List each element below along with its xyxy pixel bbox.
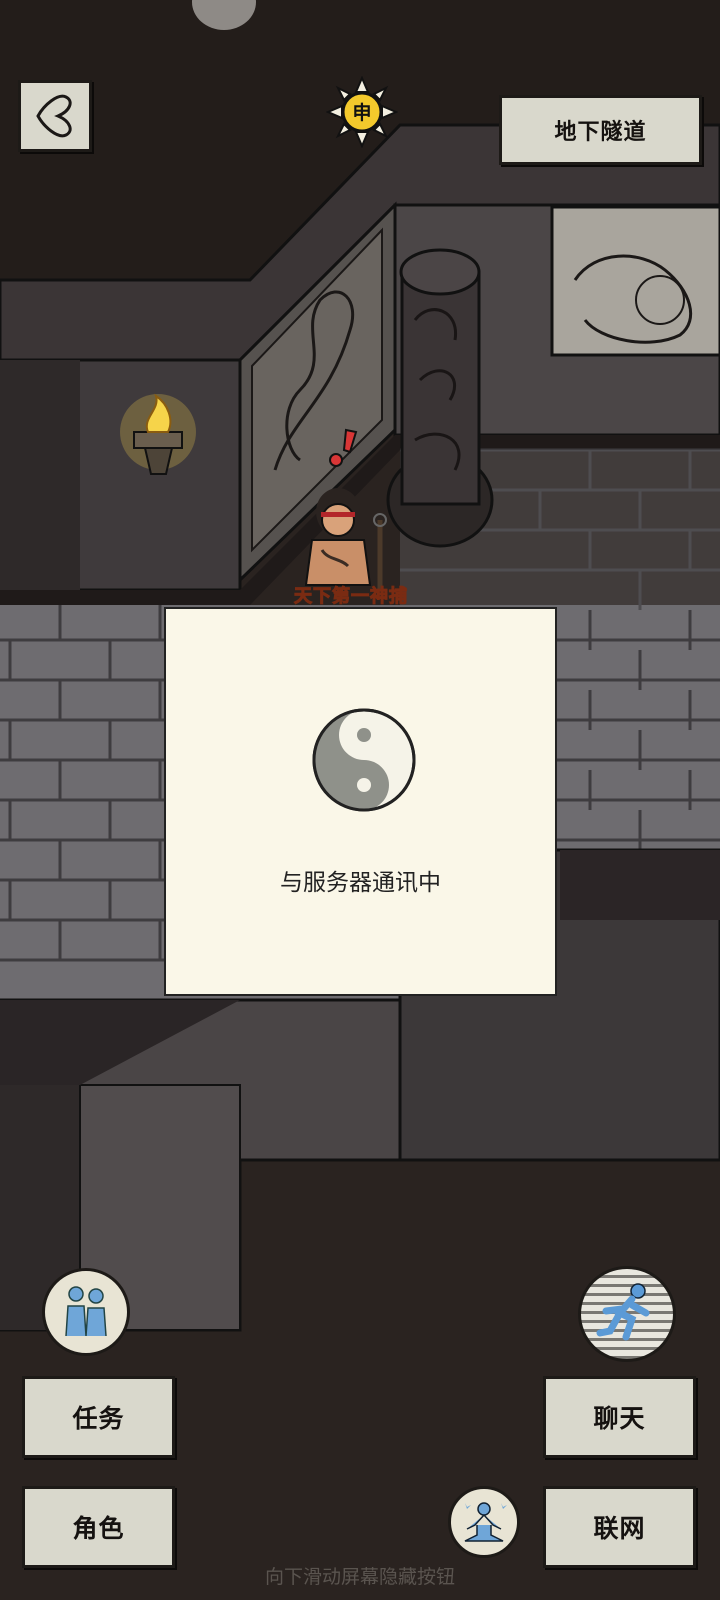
people-icon (65, 1286, 107, 1337)
dialog-message: 与服务器通讯中 (280, 870, 441, 896)
swipe-hint: 向下滑动屏幕隐藏按钮 (264, 1566, 455, 1588)
meditate-button[interactable] (448, 1486, 520, 1558)
running-icon (596, 1283, 650, 1341)
server-loading-dialog: 与服务器通讯中 (164, 607, 557, 996)
run-button[interactable] (578, 1266, 676, 1362)
meditation-icon (464, 1502, 507, 1542)
chat-button[interactable]: 聊天 (543, 1376, 696, 1458)
back-arrow-icon (36, 94, 72, 138)
time-badge-label: 申 (352, 101, 371, 124)
location-label: 地下隧道 (499, 95, 702, 165)
yin-yang-icon (312, 708, 416, 812)
task-button[interactable]: 任务 (22, 1376, 175, 1458)
character-title: 天下第一神捕 (294, 586, 408, 608)
time-period-badge: 申 (326, 76, 398, 148)
role-button[interactable]: 角色 (22, 1486, 175, 1568)
network-button[interactable]: 联网 (543, 1486, 696, 1568)
back-button[interactable] (18, 80, 92, 152)
team-button[interactable] (42, 1268, 130, 1356)
